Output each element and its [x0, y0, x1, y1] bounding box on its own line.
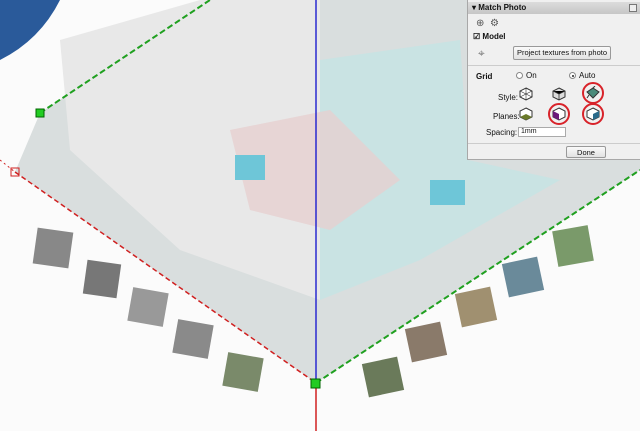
- spacing-input[interactable]: 1mm: [518, 127, 566, 137]
- pool: [235, 155, 265, 180]
- model-checkbox[interactable]: ☑ Model: [473, 32, 506, 41]
- divider: [468, 143, 640, 144]
- grid-auto-radio[interactable]: Auto: [569, 71, 595, 80]
- grid-auto-label: Auto: [579, 71, 596, 80]
- grid-label: Grid: [476, 72, 493, 81]
- highlight-circle: [548, 103, 570, 125]
- panel-title: Match Photo: [478, 3, 527, 12]
- add-photo-icon[interactable]: ⊕: [476, 18, 484, 29]
- green-vanishing-grip[interactable]: [35, 108, 45, 118]
- plane-red-green-icon[interactable]: [519, 107, 533, 121]
- grid-on-label: On: [526, 71, 537, 80]
- spacing-label: Spacing:: [486, 128, 518, 137]
- crosshair-icon: ⌖: [478, 46, 485, 60]
- origin-grip[interactable]: [310, 378, 321, 389]
- match-photo-panel: ▾ Match Photo ⊕ ⚙ ☑ Model ⌖ Project text…: [467, 0, 640, 160]
- grid-on-radio[interactable]: On: [516, 71, 537, 80]
- model-label: Model: [482, 32, 506, 41]
- planes-label: Planes:: [493, 112, 520, 121]
- highlight-circle: [582, 82, 604, 104]
- red-axis-extension: [0, 159, 16, 173]
- style-inside-icon[interactable]: [519, 87, 533, 101]
- project-textures-button[interactable]: Project textures from photo: [513, 46, 611, 60]
- style-label: Style:: [498, 93, 519, 102]
- minimize-icon[interactable]: [629, 4, 637, 12]
- highlight-circle: [582, 103, 604, 125]
- done-button[interactable]: Done: [566, 146, 606, 158]
- divider: [468, 65, 640, 66]
- pool: [430, 180, 465, 205]
- panel-header[interactable]: ▾ Match Photo: [468, 2, 640, 14]
- map-corner: [0, 0, 60, 60]
- style-outside-icon[interactable]: [552, 87, 566, 101]
- settings-icon[interactable]: ⚙: [490, 18, 499, 29]
